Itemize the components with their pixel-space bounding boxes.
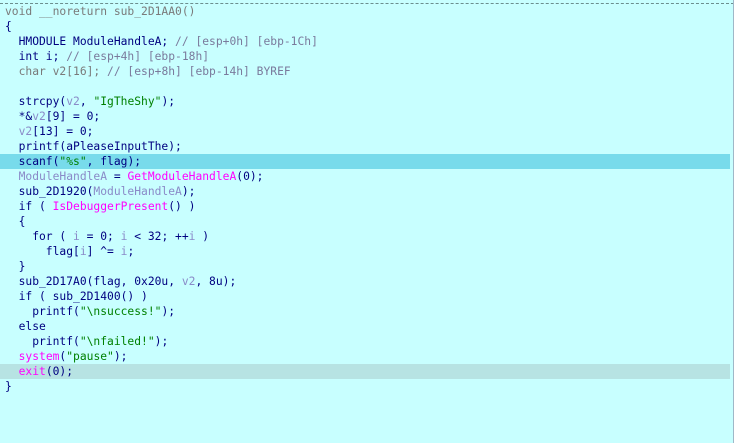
code-line[interactable]: }	[0, 379, 730, 394]
code-token: HMODULE ModuleHandleA;	[5, 35, 176, 48]
code-token: v2	[18, 125, 33, 138]
code-token: v2	[66, 95, 80, 108]
code-token: }	[5, 380, 12, 393]
code-token: int i;	[5, 50, 67, 63]
code-token: {	[5, 215, 26, 228]
code-token: if ( sub_2D1400() )	[5, 290, 148, 303]
code-token: "\nfailed!"	[79, 335, 155, 348]
code-token: for (	[5, 230, 74, 243]
code-token: ModuleHandleA	[93, 185, 182, 198]
code-token: , flag);	[86, 155, 142, 168]
code-token: [9] = 0;	[45, 110, 101, 123]
code-token: sub_2D17A0(flag, 0x20u,	[5, 275, 182, 288]
code-token: system	[18, 350, 60, 363]
code-line[interactable]: if ( IsDebuggerPresent() )	[0, 199, 730, 214]
code-line[interactable]: exit(0);	[0, 364, 730, 379]
code-line[interactable]: printf(aPleaseInputThe);	[0, 139, 730, 154]
code-line[interactable]: else	[0, 319, 730, 334]
code-token: ] ^=	[86, 245, 121, 258]
code-token: v2	[32, 110, 46, 123]
code-token: v2	[181, 275, 196, 288]
code-token: if (	[5, 200, 53, 213]
code-line[interactable]: HMODULE ModuleHandleA; // [esp+0h] [ebp-…	[0, 34, 730, 49]
code-token: "\nsuccess!"	[79, 305, 162, 318]
code-token: )	[195, 230, 210, 243]
code-token: = 0;	[79, 230, 121, 243]
code-token: {	[5, 20, 12, 33]
code-line[interactable]: {	[0, 19, 730, 34]
code-token: i	[79, 245, 87, 258]
code-token: (0);	[45, 365, 74, 378]
code-line[interactable]: printf("\nsuccess!");	[0, 304, 730, 319]
code-token: );	[161, 95, 176, 108]
code-token: strcpy(	[5, 95, 67, 108]
code-token: (0);	[236, 170, 264, 183]
code-line[interactable]: printf("\nfailed!");	[0, 334, 730, 349]
code-token: =	[107, 170, 128, 183]
code-line[interactable]: char v2[16]; // [esp+8h] [ebp-14h] BYREF	[0, 64, 730, 79]
code-token: else	[5, 320, 46, 333]
pseudocode-listing[interactable]: void __noreturn sub_2D1AA0() { HMODULE Mo…	[0, 4, 730, 394]
code-token: < 32; ++	[127, 230, 189, 243]
code-token: sub_2D1920(	[5, 185, 94, 198]
code-line[interactable]: }	[0, 259, 730, 274]
code-line[interactable]: if ( sub_2D1400() )	[0, 289, 730, 304]
code-token: "IgTheShy"	[93, 95, 162, 108]
code-line[interactable]: ModuleHandleA = GetModuleHandleA(0);	[0, 169, 730, 184]
code-token: printf(aPleaseInputThe);	[5, 140, 182, 153]
code-token: GetModuleHandleA	[127, 170, 237, 183]
code-token: );	[181, 185, 196, 198]
code-line[interactable]: strcpy(v2, "IgTheShy");	[0, 94, 730, 109]
code-token: // [esp+8h] [ebp-14h] BYREF	[107, 65, 291, 78]
code-token: () )	[168, 200, 196, 213]
code-line[interactable]: flag[i] ^= i;	[0, 244, 730, 259]
code-token: printf(	[5, 305, 80, 318]
code-line-current[interactable]: scanf("%s", flag);	[0, 154, 730, 169]
code-token: ModuleHandleA	[18, 170, 108, 183]
code-line[interactable]: system("pause");	[0, 349, 730, 364]
code-line[interactable]: *&v2[9] = 0;	[0, 109, 730, 124]
code-token: flag[	[5, 245, 80, 258]
code-line[interactable]: sub_2D1920(ModuleHandleA);	[0, 184, 730, 199]
code-line[interactable]: v2[13] = 0;	[0, 124, 730, 139]
code-token: printf(	[5, 335, 80, 348]
code-token: // [esp+0h] [ebp-1Ch]	[175, 35, 318, 48]
code-token: IsDebuggerPresent	[52, 200, 169, 213]
code-token: ,	[79, 95, 94, 108]
pseudocode-view[interactable]: void __noreturn sub_2D1AA0() { HMODULE Mo…	[0, 0, 734, 443]
code-token: exit	[18, 365, 46, 378]
code-token: char v2[16];	[5, 65, 108, 78]
code-line[interactable]	[0, 79, 730, 94]
code-token: );	[161, 305, 176, 318]
code-token: void __noreturn sub_2D1AA0()	[5, 5, 196, 18]
code-line[interactable]: void __noreturn sub_2D1AA0()	[0, 4, 730, 19]
code-token: *&	[5, 110, 33, 123]
code-token: );	[113, 350, 128, 363]
code-token: // [esp+4h] [ebp-18h]	[66, 50, 210, 63]
code-token: scanf(	[5, 155, 60, 168]
code-line[interactable]: for ( i = 0; i < 32; ++i )	[0, 229, 730, 244]
code-token: ;	[127, 245, 135, 258]
code-line[interactable]: int i; // [esp+4h] [ebp-18h]	[0, 49, 730, 64]
code-token: "pause"	[66, 350, 114, 363]
code-line[interactable]: sub_2D17A0(flag, 0x20u, v2, 8u);	[0, 274, 730, 289]
code-token: , 8u);	[195, 275, 237, 288]
code-token: "%s"	[59, 155, 87, 168]
code-token: i	[73, 230, 80, 243]
code-token: }	[5, 260, 26, 273]
code-token: [13] = 0;	[32, 125, 94, 138]
code-token: );	[154, 335, 169, 348]
code-line[interactable]: {	[0, 214, 730, 229]
